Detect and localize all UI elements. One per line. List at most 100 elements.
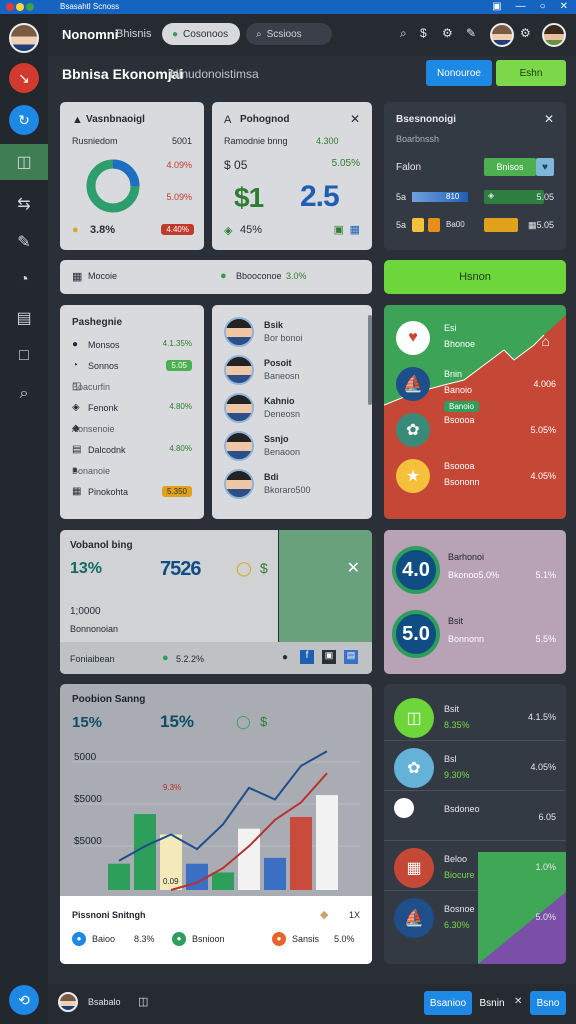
avatar[interactable]	[224, 469, 254, 499]
shield-icon: ◈	[488, 191, 495, 200]
chat-icon[interactable]: ◫	[138, 995, 148, 1008]
rail-profile[interactable]	[0, 20, 48, 56]
rail-search[interactable]: ⌕	[0, 376, 48, 412]
close-icon[interactable]: ✕	[350, 112, 360, 126]
chart-bar[interactable]	[108, 863, 130, 890]
scrollbar[interactable]	[368, 315, 372, 405]
chart-footer: Pissnoni Snitngh ◆ 1X ● Baioo 8.3% ● Bsnioon…	[60, 896, 372, 964]
ring-icon: ◯	[236, 560, 252, 576]
minimize-icon[interactable]: —	[516, 1, 526, 12]
tab-active[interactable]: ● Cosonoos	[162, 23, 240, 45]
chart-bar[interactable]	[186, 863, 208, 890]
row-right: 5.05	[536, 192, 554, 202]
action-button[interactable]: Hsnon	[384, 260, 566, 294]
item-logo-icon: ★	[396, 459, 430, 493]
stat-sub: Bonnonn	[448, 634, 485, 644]
ring-stats-card[interactable]: 4.0 Barhonoi Bkonoo5.0% 5.1% 5.0 Bsit Bonnonn 5…	[384, 530, 566, 674]
highlight-card[interactable]: ♥ Esi Bhonoe ⛵ Bnin Banoio 4.006 ✿ Bsoooa 5.05% ★ B…	[384, 305, 566, 519]
avatar[interactable]	[224, 355, 254, 385]
secondary-button[interactable]: Eshn	[496, 60, 566, 86]
chart-bar[interactable]	[212, 872, 234, 890]
rail-square[interactable]: □	[0, 338, 48, 374]
list-item: Sonnos	[88, 361, 119, 371]
metric-card[interactable]: Vobanol bing 13% 7526 ◯ $ ✕ 1;0000 Bonno…	[60, 530, 372, 674]
chart-bar[interactable]	[316, 795, 338, 890]
list-item: Monsos	[88, 340, 120, 350]
chart-bar[interactable]	[134, 814, 156, 890]
chart-card[interactable]: Poobion Sanng 15% 15% ◯ $ 5000 $5000 $5000…	[60, 684, 372, 964]
legend-icon: ●	[72, 932, 86, 946]
chart-bar[interactable]	[264, 857, 286, 890]
letter-icon: A	[224, 114, 232, 126]
close-icon[interactable]: ✕	[544, 112, 554, 126]
rail-chat[interactable]: ◔	[0, 262, 48, 298]
avatar[interactable]	[224, 431, 254, 461]
chart-bar[interactable]	[290, 817, 312, 890]
progress-bar	[412, 192, 468, 202]
user-avatar[interactable]	[58, 992, 78, 1012]
people-card[interactable]: Bsik Bor bonoi Posoit Baneosn Kahnio Deneosn S…	[212, 305, 372, 519]
card-num: 1;0000	[70, 606, 101, 617]
footer-title: Pissnoni Snitngh	[72, 910, 146, 920]
item-logo-icon: ⛵	[396, 367, 430, 401]
rail-home[interactable]: ⟲	[0, 982, 48, 1018]
person-role: Deneosn	[264, 409, 301, 419]
search-icon: ⌕	[19, 385, 29, 402]
chart-icon[interactable]: ▤	[344, 650, 358, 664]
doc-icon: ▣	[333, 224, 344, 236]
avatar[interactable]	[224, 393, 254, 423]
status-strip[interactable]: ▦ Mocoie ● Bbooconoe 3.0%	[60, 260, 372, 294]
gear-icon[interactable]: ⚙	[442, 26, 453, 40]
summary-card-1[interactable]: ▲ Vasnbnaoigl Rusniedom 5001 4.09% 5.09%…	[60, 102, 204, 250]
search-input[interactable]: ⌕ Scsioos	[246, 23, 332, 45]
grid-icon: ▦	[349, 224, 360, 236]
rail-comment[interactable]: ✎	[0, 224, 48, 260]
facebook-icon[interactable]: f	[300, 650, 314, 664]
dollar-icon[interactable]: $	[420, 26, 427, 40]
book-icon: ◫	[16, 154, 32, 171]
card-title: Pashegnie	[72, 317, 123, 328]
item-logo-icon: ✿	[396, 413, 430, 447]
avatar[interactable]	[224, 317, 254, 347]
rail-split[interactable]: ⇆	[0, 186, 48, 222]
maximize-icon[interactable]: ○	[540, 1, 546, 12]
rail-note[interactable]: ▤	[0, 300, 48, 336]
list-card[interactable]: Pashegnie ● Monsos 4.1.35% ◔ Sonnos 5.05 ◫ Boac…	[60, 305, 204, 519]
status-badge: 4.40%	[161, 224, 194, 235]
heart-icon[interactable]: ♥	[536, 158, 554, 176]
close-icon[interactable]: ✕	[347, 558, 360, 578]
card-label-right: 5.05%	[331, 158, 360, 169]
window-titlebar: Bsasahtl Scnoss ▣ — ○ ✕	[0, 0, 576, 14]
right-list-card[interactable]: ◫ Bsit 8.35% 4.1.5% ✿ Bsl 9.30% 4.05% ◆ Bsdoneo 6.…	[384, 684, 566, 964]
image-icon[interactable]: ▣	[322, 650, 336, 664]
primary-button[interactable]: Nonouroe	[426, 60, 492, 86]
item-sub: Bsononn	[444, 477, 480, 487]
user-avatar[interactable]	[490, 23, 514, 47]
close-icon[interactable]: ✕	[514, 996, 522, 1007]
rail-dashboard[interactable]: ◫	[0, 144, 48, 180]
search-icon[interactable]: ⌕	[400, 26, 407, 41]
y-tick-label: 5000	[74, 752, 97, 763]
item-logo-icon: ♥	[396, 321, 430, 355]
rail-sync[interactable]: ↻	[0, 102, 48, 138]
big-number-right: 2.5	[300, 180, 340, 213]
footer-button-3[interactable]: Bsno	[530, 991, 566, 1015]
tabs-icon[interactable]: ▣	[492, 1, 501, 12]
footer-button-1[interactable]: Bsanioo	[424, 991, 472, 1015]
close-label[interactable]: 1X	[349, 910, 360, 920]
summary-card-2[interactable]: A Pohognod ✕ Ramodnie bnng 4.300 $ 05 5.…	[212, 102, 372, 250]
list-item: Fenonk	[88, 403, 119, 413]
card-title: Poobion Sanng	[72, 694, 146, 705]
settings-icon[interactable]: ⚙	[520, 26, 531, 40]
split-icon: ⇆	[17, 196, 31, 213]
pin-icon[interactable]: ✎	[466, 26, 476, 40]
close-icon[interactable]: ✕	[560, 1, 568, 12]
user-avatar-2[interactable]	[542, 23, 566, 47]
home-icon[interactable]: ⌂	[542, 333, 550, 349]
rail-chart[interactable]: ↘	[0, 60, 48, 96]
pct-right: 15%	[160, 712, 195, 731]
item-value: 5.0%	[535, 912, 556, 922]
stat-value: 5.1%	[535, 570, 556, 580]
footer-button-2[interactable]: Bsnin	[476, 991, 508, 1015]
summary-card-3[interactable]: Bsesnonoigi ✕ Boarbnssh Falon Bnisos ♥ 5…	[384, 102, 566, 250]
